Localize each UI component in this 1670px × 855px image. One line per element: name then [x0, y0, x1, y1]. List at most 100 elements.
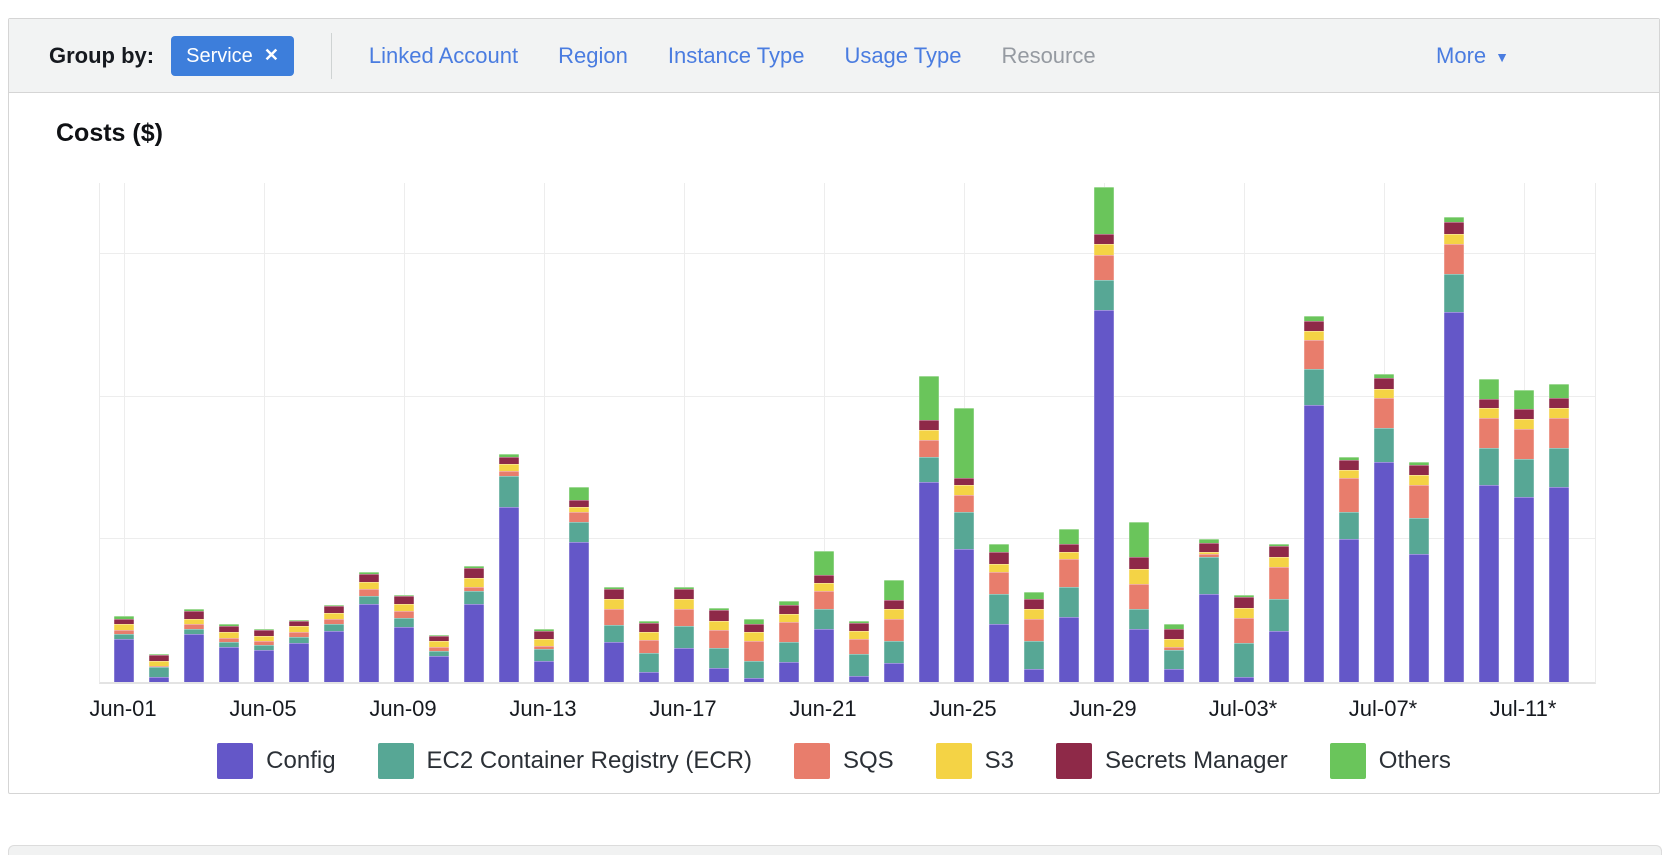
segment-secrets-manager[interactable]: [184, 611, 204, 618]
segment-sqs[interactable]: [1374, 398, 1394, 428]
segment-secrets-manager[interactable]: [709, 610, 729, 621]
legend-item-others[interactable]: Others: [1330, 743, 1451, 779]
bar-jul-10[interactable]: [1479, 379, 1499, 682]
segment-config[interactable]: [254, 650, 274, 682]
bar-jul-08[interactable]: [1409, 462, 1429, 682]
segment-sqs[interactable]: [989, 572, 1009, 595]
bar-jul-07[interactable]: [1374, 374, 1394, 682]
bar-jul-02[interactable]: [1199, 539, 1219, 682]
segment-config[interactable]: [1549, 487, 1569, 682]
segment-ec2-container-registry-ecr-[interactable]: [1409, 518, 1429, 554]
segment-sqs[interactable]: [1444, 244, 1464, 275]
segment-sqs[interactable]: [954, 495, 974, 513]
segment-sqs[interactable]: [1479, 418, 1499, 448]
group-option-linked-account[interactable]: Linked Account: [369, 43, 518, 69]
segment-secrets-manager[interactable]: [1304, 321, 1324, 331]
segment-config[interactable]: [569, 542, 589, 682]
bar-jun-27[interactable]: [1024, 592, 1044, 682]
segment-ec2-container-registry-ecr-[interactable]: [1304, 369, 1324, 405]
segment-ec2-container-registry-ecr-[interactable]: [674, 626, 694, 648]
segment-ec2-container-registry-ecr-[interactable]: [534, 649, 554, 662]
segment-others[interactable]: [1549, 384, 1569, 398]
bar-jun-20[interactable]: [779, 601, 799, 682]
bar-jun-01[interactable]: [114, 616, 134, 682]
segment-config[interactable]: [1409, 554, 1429, 682]
segment-config[interactable]: [1129, 629, 1149, 682]
segment-secrets-manager[interactable]: [1024, 599, 1044, 609]
group-option-region[interactable]: Region: [558, 43, 628, 69]
segment-ec2-container-registry-ecr-[interactable]: [919, 457, 939, 482]
segment-config[interactable]: [429, 656, 449, 682]
segment-others[interactable]: [569, 487, 589, 499]
segment-config[interactable]: [1024, 669, 1044, 682]
segment-sqs[interactable]: [744, 641, 764, 660]
segment-ec2-container-registry-ecr-[interactable]: [394, 618, 414, 627]
segment-ec2-container-registry-ecr-[interactable]: [1479, 448, 1499, 485]
bar-jun-26[interactable]: [989, 544, 1009, 682]
bar-jun-29[interactable]: [1094, 187, 1114, 682]
segment-s3[interactable]: [779, 614, 799, 622]
segment-s3[interactable]: [849, 631, 869, 639]
bar-jun-04[interactable]: [219, 624, 239, 682]
segment-s3[interactable]: [1094, 244, 1114, 255]
segment-ec2-container-registry-ecr-[interactable]: [814, 609, 834, 630]
bar-jun-24[interactable]: [919, 376, 939, 682]
segment-secrets-manager[interactable]: [1444, 222, 1464, 234]
segment-config[interactable]: [709, 668, 729, 682]
segment-config[interactable]: [359, 604, 379, 682]
segment-config[interactable]: [779, 662, 799, 682]
segment-others[interactable]: [989, 544, 1009, 551]
segment-sqs[interactable]: [394, 611, 414, 618]
more-button[interactable]: More ▼: [1436, 43, 1659, 69]
segment-config[interactable]: [814, 629, 834, 682]
segment-config[interactable]: [919, 482, 939, 682]
segment-secrets-manager[interactable]: [604, 589, 624, 599]
legend-item-secrets-manager[interactable]: Secrets Manager: [1056, 743, 1288, 779]
bar-jul-04[interactable]: [1269, 544, 1289, 682]
segment-secrets-manager[interactable]: [569, 500, 589, 507]
segment-s3[interactable]: [954, 485, 974, 494]
segment-secrets-manager[interactable]: [989, 552, 1009, 564]
segment-config[interactable]: [1374, 462, 1394, 682]
bar-jun-23[interactable]: [884, 580, 904, 682]
bar-jun-08[interactable]: [359, 572, 379, 682]
segment-sqs[interactable]: [1024, 619, 1044, 642]
bar-jun-05[interactable]: [254, 629, 274, 682]
segment-ec2-container-registry-ecr-[interactable]: [149, 667, 169, 677]
segment-secrets-manager[interactable]: [464, 568, 484, 578]
segment-secrets-manager[interactable]: [1129, 557, 1149, 569]
segment-secrets-manager[interactable]: [1234, 597, 1254, 608]
segment-s3[interactable]: [1234, 608, 1254, 618]
segment-ec2-container-registry-ecr-[interactable]: [1234, 643, 1254, 677]
segment-s3[interactable]: [1129, 569, 1149, 584]
segment-s3[interactable]: [1479, 408, 1499, 418]
segment-config[interactable]: [1164, 669, 1184, 682]
segment-others[interactable]: [1479, 379, 1499, 399]
segment-secrets-manager[interactable]: [1479, 399, 1499, 408]
segment-secrets-manager[interactable]: [1164, 629, 1184, 639]
bar-jun-22[interactable]: [849, 621, 869, 682]
segment-ec2-container-registry-ecr-[interactable]: [1164, 650, 1184, 669]
segment-config[interactable]: [324, 631, 344, 682]
segment-ec2-container-registry-ecr-[interactable]: [1549, 448, 1569, 487]
segment-s3[interactable]: [604, 599, 624, 609]
segment-config[interactable]: [289, 643, 309, 682]
segment-s3[interactable]: [1444, 234, 1464, 244]
segment-s3[interactable]: [464, 578, 484, 587]
bar-jun-30[interactable]: [1129, 522, 1149, 682]
segment-s3[interactable]: [1549, 408, 1569, 418]
segment-secrets-manager[interactable]: [1549, 398, 1569, 408]
group-option-instance-type[interactable]: Instance Type: [668, 43, 805, 69]
segment-sqs[interactable]: [1129, 584, 1149, 610]
bar-jun-11[interactable]: [464, 566, 484, 682]
segment-ec2-container-registry-ecr-[interactable]: [1374, 428, 1394, 462]
segment-secrets-manager[interactable]: [394, 596, 414, 604]
segment-ec2-container-registry-ecr-[interactable]: [1269, 599, 1289, 631]
segment-config[interactable]: [884, 663, 904, 682]
segment-sqs[interactable]: [1514, 429, 1534, 459]
segment-config[interactable]: [1339, 539, 1359, 682]
bar-jun-14[interactable]: [569, 487, 589, 682]
segment-config[interactable]: [394, 627, 414, 682]
segment-ec2-container-registry-ecr-[interactable]: [1059, 587, 1079, 618]
segment-config[interactable]: [1304, 405, 1324, 682]
